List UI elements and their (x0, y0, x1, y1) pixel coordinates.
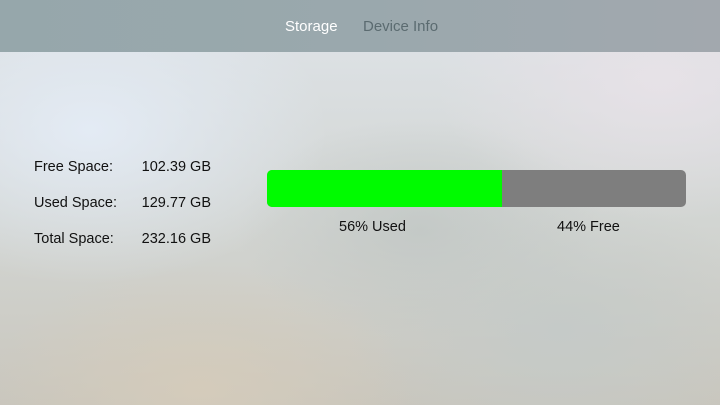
total-space-row: Total Space: 232.16 GB (34, 229, 211, 249)
used-space-value: 129.77 GB (141, 195, 211, 211)
free-percent-label: 44% Free (557, 219, 620, 235)
used-percent-label: 56% Used (339, 219, 406, 235)
free-space-row: Free Space: 102.39 GB (34, 157, 211, 177)
storage-used-fill (267, 170, 502, 207)
free-space-value: 102.39 GB (141, 159, 211, 175)
tab-device-info[interactable]: Device Info (363, 17, 438, 37)
top-tab-bar: Storage Device Info (0, 0, 720, 52)
used-space-row: Used Space: 129.77 GB (34, 193, 211, 213)
total-space-label: Total Space: (34, 231, 114, 247)
storage-usage-bar (267, 170, 686, 207)
tab-storage[interactable]: Storage (285, 17, 338, 37)
free-space-label: Free Space: (34, 159, 113, 175)
used-space-label: Used Space: (34, 195, 118, 211)
total-space-value: 232.16 GB (141, 231, 211, 247)
